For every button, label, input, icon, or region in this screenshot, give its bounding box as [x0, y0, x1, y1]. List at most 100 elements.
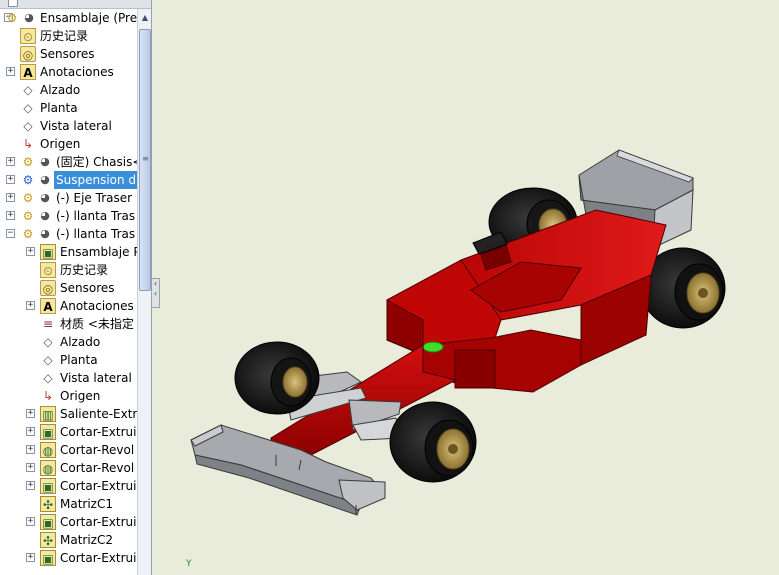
graphics-viewport[interactable]: Y — [161, 0, 779, 575]
expand-icon[interactable]: + — [26, 463, 35, 472]
scroll-thumb[interactable]: ≡ — [139, 29, 151, 291]
tree-item-label: (-) llanta Tras — [56, 227, 136, 241]
material-icon: ≡ — [42, 317, 54, 331]
tree-item[interactable]: ✣ MatrizC2 — [0, 531, 137, 549]
tree-item-label: MatrizC2 — [60, 533, 113, 547]
expand-icon[interactable]: + — [26, 427, 35, 436]
scroll-grip-icon: ≡ — [142, 154, 149, 163]
origin-icon: ↳ — [42, 389, 54, 403]
panel-collapse-handle[interactable]: ‹ ‹ — [152, 278, 160, 308]
axis-y-label: Y — [186, 559, 192, 569]
tree-item[interactable]: + ◍ Cortar-Revol — [0, 441, 137, 459]
annotations-icon: A — [20, 64, 36, 80]
tree-item[interactable]: ◇ Vista lateral — [0, 369, 137, 387]
tree-item-label: Origen — [40, 137, 81, 151]
tree-item-label: Anotaciones — [40, 65, 114, 79]
expand-icon[interactable]: + — [6, 211, 15, 220]
circular-pattern-icon: ✣ — [40, 532, 56, 548]
assembly-icon: ⚙ — [6, 11, 18, 25]
tree-item[interactable]: + A Anotaciones — [0, 297, 137, 315]
tree-item[interactable]: ◇ Planta — [0, 351, 137, 369]
tree-item-label: Vista lateral — [60, 371, 132, 385]
component-state-icon: ◕ — [40, 155, 50, 168]
tree-item[interactable]: ⏲ 历史记录 — [0, 261, 137, 279]
tree-item-label: Suspension d — [54, 171, 139, 189]
tree-item[interactable]: + ⚙ ◕ (-) Eje Traser — [0, 189, 137, 207]
f1-car-model[interactable] — [161, 0, 779, 575]
annotations-icon: A — [40, 298, 56, 314]
tree-item[interactable]: + ▣ Cortar-Extrui — [0, 477, 137, 495]
plane-icon: ◇ — [43, 371, 53, 385]
expand-icon[interactable]: + — [26, 301, 35, 310]
scroll-up-arrow-icon[interactable]: ▲ — [139, 11, 151, 25]
feature-manager-panel: − ⚙ ◕ Ensamblaje (Pre ⏲ 历史记录 ◎ Sensores + A Anotac… — [0, 0, 152, 575]
history-icon: ⏲ — [20, 28, 36, 44]
tree-item-label: Ensamblaje P — [60, 245, 141, 259]
tree-item[interactable]: ⏲ 历史记录 — [0, 27, 137, 45]
tree-item[interactable]: ◎ Sensores — [0, 279, 137, 297]
plane-icon: ◇ — [23, 101, 33, 115]
tree-item[interactable]: + A Anotaciones — [0, 63, 137, 81]
expand-icon[interactable]: + — [26, 481, 35, 490]
tree-item[interactable]: + ◍ Cortar-Revol — [0, 459, 137, 477]
sensors-icon: ◎ — [20, 46, 36, 62]
plane-icon: ◇ — [43, 353, 53, 367]
tree-item[interactable]: ◇ Alzado — [0, 333, 137, 351]
tree-item[interactable]: + ▣ Cortar-Extrui — [0, 549, 137, 567]
tree-item-label: 历史记录 — [60, 263, 109, 277]
component-state-icon: ◕ — [24, 11, 34, 24]
tree-item[interactable]: + ⚙ ◕ (-) llanta Tras — [0, 207, 137, 225]
component-state-icon: ◕ — [40, 191, 50, 204]
tree-item-label: Anotaciones — [60, 299, 134, 313]
tree-item[interactable]: + ▥ Saliente-Extru — [0, 405, 145, 423]
tree-item-label: (-) Eje Traser — [56, 191, 133, 205]
tree-item[interactable]: ↳ Origen — [0, 135, 137, 153]
plane-icon: ◇ — [43, 335, 53, 349]
expand-icon[interactable]: + — [26, 517, 35, 526]
expand-icon[interactable]: + — [6, 193, 15, 202]
front-right-tire — [389, 401, 477, 483]
subassembly-icon: ⚙ — [22, 191, 34, 205]
tree-item-label: Saliente-Extru — [60, 407, 145, 421]
tree-item[interactable]: + ▣ Cortar-Extrui — [0, 423, 137, 441]
tree-item[interactable]: − ⚙ ◕ (-) llanta Tras — [0, 225, 137, 243]
expand-icon[interactable]: + — [26, 553, 35, 562]
plane-icon: ◇ — [23, 83, 33, 97]
tree-item-label: Cortar-Extrui — [60, 425, 137, 439]
cut-extrude-icon: ▣ — [40, 424, 56, 440]
tree-item[interactable]: ◇ Vista lateral — [0, 117, 137, 135]
tree-item[interactable]: ↳ Origen — [0, 387, 137, 405]
tree-item-label: MatrizC1 — [60, 497, 113, 511]
tree-item[interactable]: ◇ Planta — [0, 99, 137, 117]
tree-item[interactable]: − ⚙ ◕ Ensamblaje (Pre — [0, 9, 137, 27]
cut-revolve-icon: ◍ — [40, 460, 56, 476]
tree-item[interactable]: ≡ 材质 <未指定 — [0, 315, 137, 333]
component-state-icon: ◕ — [40, 173, 50, 186]
tree-item[interactable]: + ⚙ ◕ Suspension d — [0, 171, 139, 189]
cut-extrude-icon: ▣ — [40, 514, 56, 530]
expand-icon[interactable]: + — [6, 157, 15, 166]
plane-icon: ◇ — [23, 119, 33, 133]
cut-revolve-icon: ◍ — [40, 442, 56, 458]
tree-scrollbar[interactable]: ▲ ≡ — [137, 9, 151, 575]
tree-item[interactable]: ◎ Sensores — [0, 45, 137, 63]
feature-tree: − ⚙ ◕ Ensamblaje (Pre ⏲ 历史记录 ◎ Sensores + A Anotac… — [0, 9, 145, 567]
collapse-icon[interactable]: − — [6, 229, 15, 238]
expand-icon[interactable]: + — [26, 409, 35, 418]
tree-item[interactable]: + ⚙ ◕ (固定) Chasis< — [0, 153, 142, 171]
tree-item-label: Cortar-Revol — [60, 443, 135, 457]
tree-item[interactable]: ◇ Alzado — [0, 81, 137, 99]
tree-item-label: Planta — [40, 101, 78, 115]
extrude-icon: ▥ — [40, 406, 56, 422]
tree-item-label: Ensamblaje (Pre — [40, 11, 138, 25]
front-left-tire — [234, 341, 320, 415]
tree-item[interactable]: ✣ MatrizC1 — [0, 495, 137, 513]
expand-icon[interactable]: + — [26, 445, 35, 454]
subassembly-icon: ⚙ — [22, 155, 34, 169]
expand-icon[interactable]: + — [6, 67, 15, 76]
tree-item[interactable]: + ▣ Cortar-Extrui — [0, 513, 137, 531]
panel-tab-icon[interactable] — [8, 0, 18, 7]
expand-icon[interactable]: + — [26, 247, 35, 256]
tree-item[interactable]: + ▣ Ensamblaje P — [0, 243, 141, 261]
expand-icon[interactable]: + — [6, 175, 15, 184]
